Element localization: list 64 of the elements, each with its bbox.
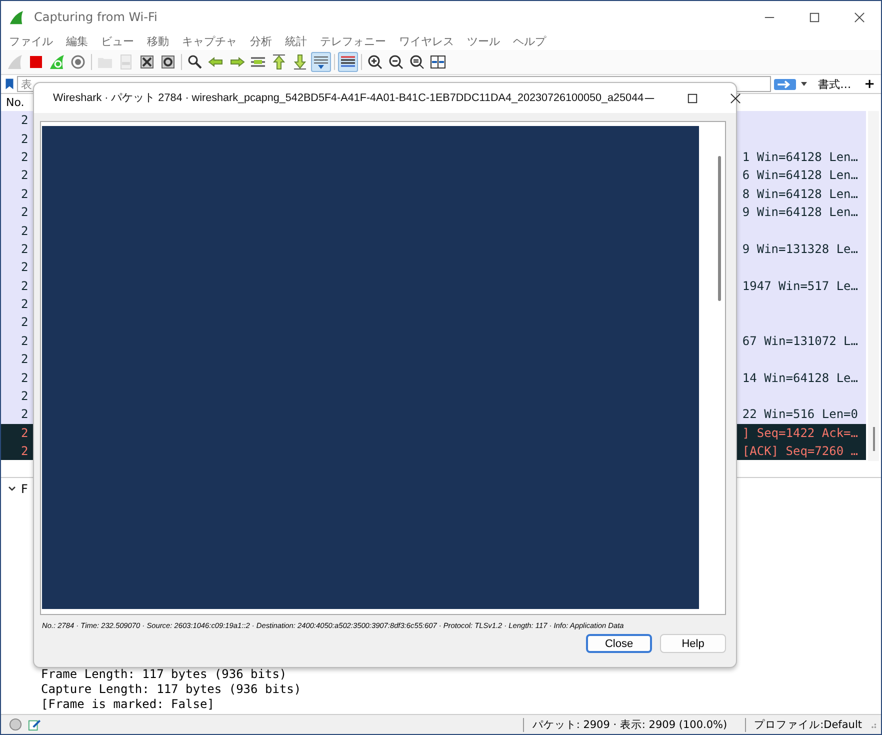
menu-item[interactable]: キャプチャ [182, 34, 237, 49]
scrollbar-thumb[interactable] [718, 156, 721, 301]
close-icon[interactable] [854, 12, 865, 22]
table-cell: 2 [21, 278, 28, 293]
packet-count: パケット: 2909 · 表示: 2909 (100.0%) [523, 718, 728, 732]
menu-item[interactable]: ワイヤレス [399, 34, 454, 49]
table-cell: 6 Win=64128 Len… [742, 168, 858, 182]
close-icon[interactable] [730, 92, 741, 104]
menu-item[interactable]: 統計 [285, 34, 307, 49]
table-cell: 2 [21, 370, 28, 385]
dialog-title: Wireshark · パケット 2784 · wireshark_pcapng_542BD5F4-A41F-4A01-B41C-1EB7DDC11DA4_20230726100050_a25044 [53, 91, 644, 105]
status-circle-icon[interactable] [9, 718, 22, 731]
menu-item[interactable]: ビュー [101, 34, 134, 49]
table-cell: [ACK] Seq=7260 … [742, 444, 858, 458]
menu-item[interactable]: 編集 [66, 34, 88, 49]
detail-line: Capture Length: 117 bytes (936 bits) [41, 682, 302, 697]
table-cell: 2 [21, 260, 28, 274]
dialog-button[interactable]: Help [660, 634, 726, 653]
table-cell: 2 [21, 426, 28, 440]
table-cell: 2 [21, 150, 28, 164]
column-header[interactable]: No. [6, 96, 24, 109]
table-cell: 2 [21, 407, 28, 422]
table-cell: ] Seq=1422 Ack=… [742, 426, 858, 440]
table-cell: 2 [21, 113, 28, 128]
table-cell: 2 [21, 389, 28, 404]
add-button[interactable]: + [864, 76, 875, 92]
format-button[interactable]: 書式… [818, 76, 852, 92]
table-cell: 67 Win=131072 L… [742, 334, 858, 348]
menu-item[interactable]: テレフォニー [320, 34, 386, 49]
table-cell: 2 [21, 352, 28, 366]
table-cell: 9 Win=131328 Le… [742, 242, 858, 256]
table-cell: 2 [21, 334, 28, 348]
profile-label[interactable]: プロファイル:Default [745, 718, 862, 732]
maximize-icon[interactable] [686, 92, 698, 104]
tree-item[interactable]: F [21, 482, 28, 496]
table-cell: 2 [21, 315, 28, 330]
detail-line: [Frame is marked: False] [41, 697, 216, 712]
table-cell: 2 [21, 444, 28, 458]
table-cell: 2 [21, 205, 28, 220]
window-title: Capturing from Wi-Fi [34, 10, 158, 24]
detail-line: Frame Length: 117 bytes (936 bits) [41, 667, 288, 682]
table-cell: 2 [21, 186, 28, 201]
table-cell: 2 [21, 242, 28, 256]
edit-icon[interactable] [28, 718, 41, 731]
menu-item[interactable]: ファイル [9, 34, 53, 49]
scrollbar-thumb[interactable] [873, 427, 875, 451]
dialog-button[interactable]: Close [586, 634, 652, 653]
table-cell: 8 Win=64128 Len… [742, 186, 858, 201]
maximize-icon[interactable] [809, 12, 820, 22]
menu-item[interactable]: 分析 [250, 34, 272, 49]
table-cell: 2 [21, 224, 28, 238]
table-cell: 14 Win=64128 Le… [742, 370, 858, 385]
table-cell: 2 [21, 132, 28, 146]
table-cell: 2 [21, 297, 28, 312]
table-cell: 22 Win=516 Len=0 [742, 407, 858, 422]
table-cell: 1947 Win=517 Le… [742, 278, 858, 293]
shark-fin-icon [9, 10, 24, 24]
table-cell: 2 [21, 168, 28, 182]
menu-item[interactable]: ヘルプ [513, 34, 546, 49]
table-cell: 9 Win=64128 Len… [742, 205, 858, 220]
menu-item[interactable]: ツール [467, 34, 500, 49]
table-cell: 1 Win=64128 Len… [742, 150, 858, 164]
menu-item[interactable]: 移動 [147, 34, 169, 49]
bookmark-icon[interactable] [5, 77, 14, 91]
